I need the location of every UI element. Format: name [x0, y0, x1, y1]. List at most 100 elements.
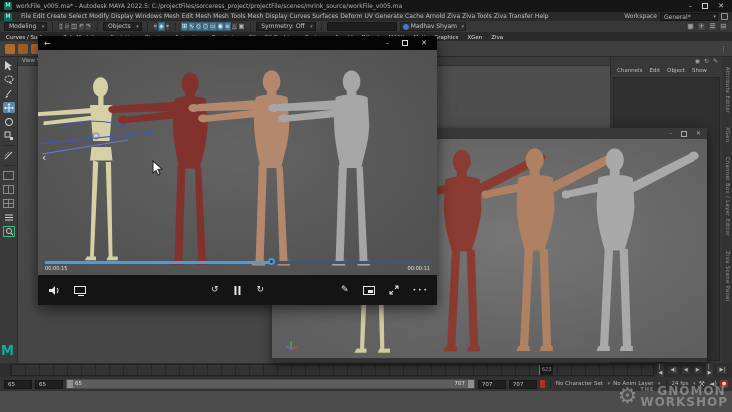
- time-slider[interactable]: 623 |◀ ◀| ◀ ▶ |▶ ▶|: [0, 362, 732, 378]
- layout-four-pane[interactable]: [3, 198, 15, 209]
- sidebar-tab[interactable]: Attribute Editor: [724, 67, 730, 113]
- snap-projected-center-icon[interactable]: ○: [201, 21, 209, 31]
- rotate-tool[interactable]: [3, 116, 15, 127]
- paint-select-tool[interactable]: [3, 88, 15, 99]
- select-tool[interactable]: [3, 60, 15, 71]
- snap-point-icon[interactable]: ◇: [195, 21, 202, 31]
- previous-media-button[interactable]: ‹: [42, 151, 46, 164]
- menu-item[interactable]: Ziva Tools: [461, 13, 493, 20]
- fullscreen-icon[interactable]: [389, 285, 399, 295]
- sync-icon[interactable]: ↻: [704, 58, 709, 66]
- menu-item[interactable]: Generate: [374, 13, 404, 20]
- menu-item[interactable]: Edit: [32, 13, 46, 20]
- zoom-tool[interactable]: [2, 226, 15, 237]
- render-settings-icon[interactable]: ☰: [708, 22, 717, 31]
- edit-pencil-icon[interactable]: ✎: [713, 58, 718, 66]
- menu-item[interactable]: UV: [364, 13, 375, 20]
- menu-item[interactable]: Select: [68, 13, 89, 20]
- menu-item[interactable]: Display: [110, 13, 134, 20]
- transport-button[interactable]: ▶|: [716, 365, 728, 375]
- channel-box-menu[interactable]: Show: [692, 68, 707, 76]
- seek-handle[interactable]: [268, 258, 276, 265]
- command-line-area[interactable]: [0, 391, 732, 412]
- video-content[interactable]: ‹: [38, 50, 437, 275]
- transport-button[interactable]: ◀: [680, 365, 691, 375]
- video-player-window[interactable]: ← – ✕ ‹ 00:00:15 00:00:11 ↺ ↻ ✎ • • •: [38, 36, 437, 305]
- anim-end-field[interactable]: 707: [508, 379, 537, 389]
- snap-view-plane-icon[interactable]: ▭: [208, 21, 217, 31]
- menu-item[interactable]: Create: [46, 13, 68, 20]
- lock-selection-icon[interactable]: △: [230, 21, 238, 31]
- minimize-button[interactable]: –: [669, 130, 672, 137]
- menu-item[interactable]: Surfaces: [311, 13, 339, 20]
- menu-item[interactable]: Windows: [134, 13, 163, 20]
- menu-item[interactable]: Ziva Transfer: [493, 13, 534, 20]
- character-set-select[interactable]: No Character Set: [556, 381, 610, 387]
- anim-start-field[interactable]: 65: [4, 379, 32, 389]
- layout-single-pane[interactable]: [3, 170, 15, 181]
- workspace-lock-icon[interactable]: [721, 13, 728, 20]
- channel-box-menu[interactable]: Object: [667, 68, 685, 76]
- volume-icon[interactable]: [48, 285, 60, 296]
- save-scene-icon[interactable]: ◫: [70, 21, 78, 31]
- transport-button[interactable]: |◀: [655, 362, 666, 378]
- render-icon[interactable]: ▦: [686, 22, 695, 31]
- menu-item[interactable]: Mesh: [163, 13, 181, 20]
- close-button[interactable]: ✕: [421, 39, 427, 47]
- scale-tool[interactable]: [3, 130, 15, 141]
- pause-button[interactable]: [234, 285, 241, 295]
- undo-icon[interactable]: ↶: [77, 21, 85, 31]
- menu-item[interactable]: Deform: [339, 13, 363, 20]
- playback-start-field[interactable]: 65: [35, 379, 63, 389]
- menu-item[interactable]: Arnold: [425, 13, 446, 20]
- move-tool[interactable]: [2, 102, 15, 113]
- set-key-icon[interactable]: [539, 380, 545, 388]
- skip-back-button[interactable]: ↺: [211, 285, 219, 295]
- sidebar-tab[interactable]: Ziva Scene Panel: [724, 251, 730, 302]
- minimize-button[interactable]: –: [386, 39, 390, 47]
- seek-track[interactable]: [45, 258, 430, 265]
- record-icon[interactable]: ●: [720, 380, 728, 388]
- menu-set-select[interactable]: Modeling: [4, 22, 48, 31]
- back-icon[interactable]: ←: [44, 39, 51, 48]
- range-handle-left[interactable]: [67, 380, 73, 388]
- make-live-icon[interactable]: ◉: [216, 21, 224, 31]
- maximize-button[interactable]: [680, 130, 687, 137]
- menu-item[interactable]: File: [20, 13, 32, 20]
- redo-icon[interactable]: ↷: [84, 21, 92, 31]
- new-scene-icon[interactable]: ▯: [58, 21, 64, 31]
- input-connections-icon[interactable]: ≡: [223, 21, 231, 31]
- menu-item[interactable]: Cache: [404, 13, 425, 20]
- player-titlebar[interactable]: ← – ✕: [38, 36, 437, 50]
- user-account-button[interactable]: Madhav Shyam: [399, 22, 466, 31]
- auto-keyframe-icon[interactable]: ⚒: [699, 380, 705, 388]
- more-options-button[interactable]: • • •: [413, 287, 427, 294]
- reference-window-scrubber[interactable]: [272, 358, 707, 362]
- fps-select[interactable]: 24 fps: [672, 381, 696, 387]
- menu-item[interactable]: Edit Mesh: [181, 13, 212, 20]
- quick-field[interactable]: [326, 22, 397, 31]
- maximize-button[interactable]: [702, 3, 709, 9]
- sound-icon[interactable]: ◄): [709, 380, 717, 388]
- highlight-selection-icon[interactable]: ▣: [237, 21, 246, 31]
- toolbox-layout-icon[interactable]: ⊟: [719, 22, 728, 31]
- last-tool-icon[interactable]: [3, 150, 15, 161]
- anim-layer-select[interactable]: No Anim Layer: [613, 381, 661, 387]
- menu-item[interactable]: Mesh Tools: [212, 13, 246, 20]
- transport-button[interactable]: |▶: [704, 362, 715, 378]
- layout-two-pane[interactable]: [3, 184, 15, 195]
- selection-mask-select[interactable]: Objects: [102, 22, 142, 31]
- range-handle-right[interactable]: [467, 380, 474, 388]
- select-object-icon[interactable]: ◈: [158, 21, 165, 31]
- cast-to-device-icon[interactable]: [74, 286, 86, 296]
- menu-item[interactable]: Modify: [88, 13, 110, 20]
- window-titlebar[interactable]: M workFile_v005.ma* - Autodesk MAYA 2022…: [0, 0, 732, 12]
- select-component-icon[interactable]: ⌖: [164, 21, 171, 31]
- channel-box-menu[interactable]: Channels: [617, 68, 642, 76]
- outliner-toggle[interactable]: [3, 212, 15, 223]
- poly-sphere-icon[interactable]: [5, 43, 15, 54]
- menu-item[interactable]: Curves: [288, 13, 311, 20]
- timeline-ticks[interactable]: 623: [10, 364, 654, 376]
- poly-sphere-wire-icon[interactable]: [18, 43, 28, 54]
- channel-box-menu[interactable]: Edit: [649, 68, 660, 76]
